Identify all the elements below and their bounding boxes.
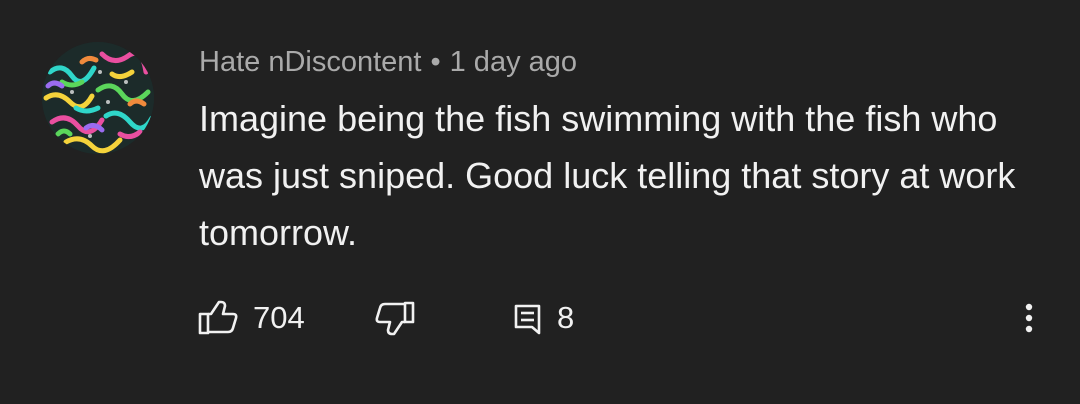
comment: Hate nDiscontent • 1 day ago Imagine being… (0, 0, 1080, 404)
meta-separator: • (430, 46, 441, 78)
avatar-image (42, 42, 154, 154)
thumb-down-icon (375, 301, 415, 336)
reply-count: 8 (557, 300, 575, 335)
dislike-button[interactable] (374, 296, 416, 340)
reply-button[interactable]: 8 (513, 296, 574, 340)
reply-comment-icon (514, 304, 541, 335)
thumb-up-icon (198, 300, 238, 335)
more-options-button[interactable] (1014, 296, 1044, 340)
more-vertical-icon (1025, 303, 1033, 333)
comment-time[interactable]: 1 day ago (450, 46, 577, 78)
comment-actions: 704 8 (0, 296, 1080, 344)
author-name[interactable]: Hate nDiscontent (199, 46, 421, 78)
comment-meta: Hate nDiscontent • 1 day ago (199, 43, 577, 81)
comment-text: Imagine being the fish swimming with the… (199, 98, 1016, 253)
like-button[interactable]: 704 (197, 296, 305, 340)
like-count: 704 (253, 300, 305, 335)
avatar[interactable] (42, 42, 154, 154)
